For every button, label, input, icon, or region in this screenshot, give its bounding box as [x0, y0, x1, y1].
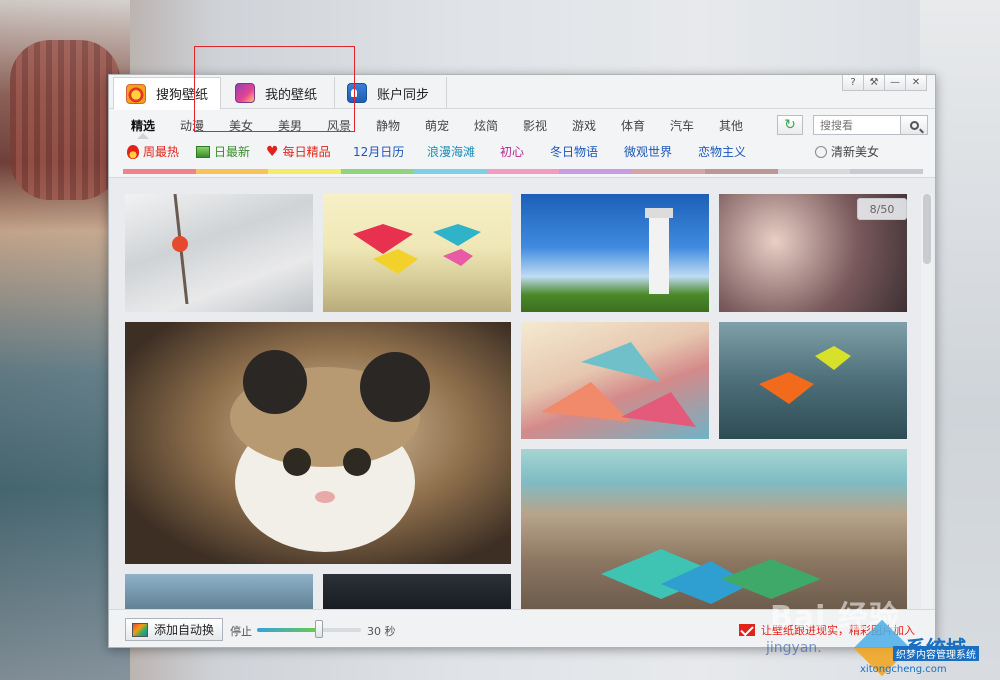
minimize-button[interactable]: —: [884, 75, 906, 91]
page-indicator: 8/50: [857, 198, 907, 220]
color-stripe-segment: [486, 169, 560, 174]
flame-icon: [127, 144, 139, 159]
wallpaper-thumbnail[interactable]: [521, 194, 709, 312]
topic-original-heart[interactable]: 初心: [500, 143, 524, 160]
interval-slider-track[interactable]: [257, 628, 361, 632]
sogou-wallpaper-window: 搜狗壁纸 我的壁纸 账户同步 ? ⚒ — ✕ 精选 动漫 美女 美男 风景 静物…: [108, 74, 936, 648]
color-stripe-segment: [268, 169, 342, 174]
category-other[interactable]: 其他: [719, 117, 743, 134]
color-stripe-segment: [850, 169, 924, 174]
scrollbar-thumb[interactable]: [923, 194, 931, 264]
topic-winter-story[interactable]: 冬日物语: [550, 143, 598, 160]
category-pets[interactable]: 萌宠: [425, 117, 449, 134]
search-button[interactable]: [900, 115, 928, 135]
site-url-watermark: xitongcheng.com: [860, 664, 947, 675]
category-games[interactable]: 游戏: [572, 117, 596, 134]
category-sports[interactable]: 体育: [621, 117, 645, 134]
color-stripe-segment: [632, 169, 705, 174]
color-stripe-segment: [123, 169, 196, 174]
category-handsome[interactable]: 美男: [278, 117, 302, 134]
wallpaper-thumbnail[interactable]: [323, 194, 511, 312]
search-icon: [909, 120, 919, 130]
color-stripe-divider: [123, 169, 924, 174]
color-stripe-segment: [341, 169, 414, 174]
interval-slider-knob[interactable]: [315, 620, 324, 638]
color-stripe-segment: [413, 169, 487, 174]
tab-my-wallpaper[interactable]: 我的壁纸: [223, 77, 335, 109]
lighthouse-image: [645, 208, 673, 294]
category-nav: 精选 动漫 美女 美男 风景 静物 萌宠 炫简 影视 游戏 体育 汽车 其他: [109, 111, 935, 139]
sogou-wallpaper-icon: [126, 83, 146, 104]
topic-daily-best[interactable]: ♥ 每日精品: [266, 143, 331, 160]
wallpaper-thumbnail[interactable]: [125, 574, 313, 611]
boats-on-water-image: [759, 346, 851, 404]
topic-daily-new[interactable]: 日最新: [196, 143, 250, 160]
tab-label: 我的壁纸: [265, 87, 318, 103]
category-still-life[interactable]: 静物: [376, 117, 400, 134]
color-stripe-segment: [195, 169, 269, 174]
dedecms-tag: 织梦内容管理系统: [893, 646, 979, 661]
settings-button[interactable]: ⚒: [863, 75, 885, 91]
topic-romantic-beach[interactable]: 浪漫海滩: [427, 143, 475, 160]
mail-icon: [739, 624, 755, 636]
category-featured[interactable]: 精选: [131, 117, 155, 134]
category-movies[interactable]: 影视: [523, 117, 547, 134]
stop-label: 停止: [230, 625, 252, 638]
auto-change-label: 添加自动换: [154, 623, 215, 637]
topic-fetishism[interactable]: 恋物主义: [698, 143, 746, 160]
wallpaper-thumbnail[interactable]: [125, 322, 511, 564]
wallpaper-thumbnail[interactable]: [521, 449, 907, 611]
wallpaper-thumbnail[interactable]: [719, 322, 907, 439]
beach-boats-image: [601, 549, 821, 604]
topic-nav: 周最热 日最新 ♥ 每日精品 12月日历 浪漫海滩 初心 冬日物语 微观世界 恋…: [109, 139, 935, 165]
tab-label: 账户同步: [377, 87, 430, 103]
search-input[interactable]: [813, 115, 901, 135]
category-cars[interactable]: 汽车: [670, 117, 694, 134]
paper-boats-image: [353, 224, 481, 274]
window-controls: ? ⚒ — ✕: [842, 75, 927, 91]
refresh-icon: ↻: [784, 117, 796, 133]
auto-change-icon: [132, 622, 148, 637]
wallpaper-thumbnail[interactable]: [125, 194, 313, 312]
category-beauty[interactable]: 美女: [229, 117, 253, 134]
color-stripe-segment: [704, 169, 778, 174]
color-stripe-segment: [777, 169, 851, 174]
interval-label: 30 秒: [367, 625, 396, 638]
topic-micro-world[interactable]: 微观世界: [624, 143, 672, 160]
add-auto-change-button[interactable]: 添加自动换: [125, 618, 224, 641]
topic-fresh-beauty[interactable]: 清新美女: [815, 143, 879, 160]
tab-account-sync[interactable]: 账户同步: [335, 77, 447, 109]
wallpaper-thumbnail[interactable]: [323, 574, 511, 611]
help-button[interactable]: ?: [842, 75, 864, 91]
title-bar: 搜狗壁纸 我的壁纸 账户同步 ? ⚒ — ✕: [109, 75, 935, 110]
topic-label: 每日精品: [282, 145, 331, 159]
interval-slider-fill: [257, 628, 320, 632]
category-minimal[interactable]: 炫简: [474, 117, 498, 134]
tab-sogou-wallpaper[interactable]: 搜狗壁纸: [113, 77, 221, 110]
tab-label: 搜狗壁纸: [156, 88, 209, 103]
desktop-background-scarf: [10, 40, 120, 200]
scrollbar[interactable]: [921, 194, 933, 611]
topic-label: 日最新: [214, 145, 251, 159]
account-sync-icon: [347, 83, 367, 103]
refresh-button[interactable]: ↻: [777, 115, 803, 135]
cat-image: [230, 350, 430, 552]
topic-weekly-hot[interactable]: 周最热: [127, 143, 179, 160]
wallpaper-grid: 8/50: [109, 177, 935, 611]
close-button[interactable]: ✕: [905, 75, 927, 91]
my-wallpaper-icon: [235, 83, 255, 103]
picture-icon: [196, 145, 210, 158]
color-stripe-segment: [559, 169, 633, 174]
category-anime[interactable]: 动漫: [180, 117, 204, 134]
paper-cranes-image: [541, 342, 696, 427]
wallpaper-thumbnail[interactable]: [521, 322, 709, 439]
topic-label: 清新美女: [831, 145, 880, 159]
topic-label: 周最热: [143, 145, 180, 159]
person-icon: [815, 145, 827, 158]
winter-berry-image: [172, 194, 189, 305]
jingyan-watermark: jingyan.: [766, 640, 822, 656]
heart-icon: ♥: [266, 143, 279, 160]
topic-december-calendar[interactable]: 12月日历: [353, 143, 404, 160]
category-scenery[interactable]: 风景: [327, 117, 351, 134]
